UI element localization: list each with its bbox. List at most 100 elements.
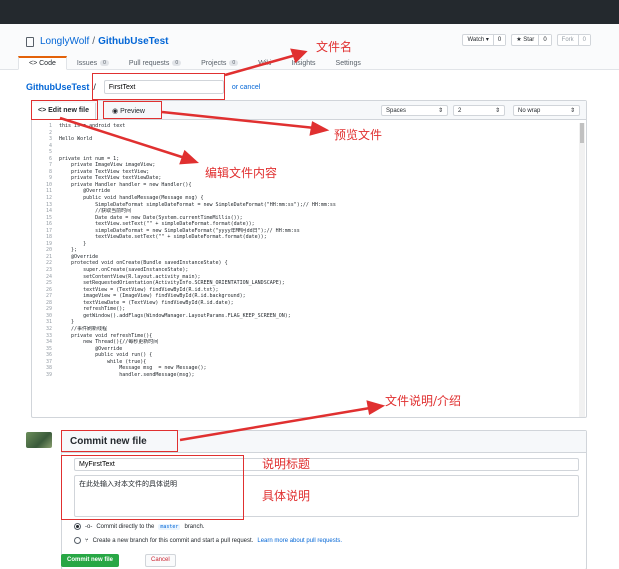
path-repo-link[interactable]: GithubUseTest (26, 82, 89, 92)
editor-scrollbar[interactable] (579, 123, 585, 417)
watch-button[interactable]: Watch ▾ 0 (462, 34, 507, 46)
tab-pull-requests[interactable]: Pull requests 0 (119, 56, 191, 70)
star-count[interactable]: 0 (538, 35, 551, 45)
code-text: //事件刷新线程 (59, 325, 108, 332)
tab-projects-label: Projects (201, 59, 227, 67)
commit-new-file-button[interactable]: Commit new file (61, 554, 120, 567)
code-text: @Override (59, 253, 99, 260)
line-number: 39 (45, 371, 52, 378)
repo-name-link[interactable]: GithubUseTest (98, 36, 168, 47)
repo-header: LonglyWolf / GithubUseTest Watch ▾ 0 ★ S… (0, 24, 619, 70)
code-text: }; (59, 247, 78, 254)
tab-wiki[interactable]: Wiki (248, 56, 281, 70)
filename-highlight-box (92, 73, 225, 100)
star-button[interactable]: ★ Star 0 (511, 34, 552, 46)
pull-request-icon: ⑂ (85, 537, 89, 544)
code-text: setRequestedOrientation(ActivityInfo.SCR… (59, 280, 285, 287)
code-text: //获取当前时间 (59, 208, 132, 215)
code-text: while (true){ (59, 358, 147, 365)
code-text: setContentView(R.layout.activity_main); (59, 273, 201, 280)
code-text: new Thread(){//每秒更新时间 (59, 339, 159, 346)
fork-button[interactable]: Fork 0 (556, 34, 591, 46)
code-text: private void refreshTime(){ (59, 332, 153, 339)
top-bar (0, 0, 619, 24)
branch-name-badge: master (158, 523, 181, 530)
tab-wiki-label: Wiki (258, 59, 272, 67)
commit-fields-highlight-box (61, 455, 244, 520)
code-text: SimpleDateFormat simpleDateFormat = new … (59, 201, 336, 208)
cancel-button[interactable]: Cancel (145, 554, 176, 567)
repo-tabs: <> Code Issues 0 Pull requests 0 Projects 0… (18, 56, 371, 70)
tab-issues[interactable]: Issues 0 (67, 56, 119, 70)
new-branch-option[interactable]: ⑂ Create a new branch for this commit an… (74, 537, 342, 544)
repo-owner-link[interactable]: LonglyWolf (40, 36, 89, 47)
annotation-edit-content: 编辑文件内容 (205, 166, 278, 180)
code-text: textView = (TextView) findViewById(R.id.… (59, 286, 219, 293)
code-line[interactable]: 39 handler.sendMessage(msg); (32, 372, 580, 379)
annotation-preview: 预览文件 (334, 128, 383, 142)
code-text: textView.setText("" + simpleDateFormat.f… (59, 221, 255, 228)
code-area[interactable]: 1 this is a android text 2 3 Hello World 4 5 6 p… (32, 123, 580, 378)
select-arrows-icon: ⇕ (494, 108, 500, 114)
code-text: imageView = (ImageView) findViewById(R.i… (59, 293, 246, 300)
code-text: super.onCreate(savedInstanceState); (59, 267, 189, 274)
select-arrows-icon: ⇕ (569, 108, 575, 114)
watch-count[interactable]: 0 (492, 35, 506, 45)
indent-mode-select[interactable]: Spaces ⇕ (381, 105, 448, 116)
tab-settings[interactable]: Settings (326, 56, 371, 70)
learn-more-link[interactable]: Learn more about pull requests. (257, 538, 342, 544)
commit-heading-highlight-box (61, 430, 178, 452)
edit-tab-highlight-box (31, 100, 98, 120)
fork-count: 0 (577, 35, 590, 45)
radio-commit-direct[interactable] (74, 523, 81, 530)
code-text: private TextView textViewDate; (59, 175, 162, 182)
code-text: private ImageView imageView; (59, 162, 156, 169)
tab-settings-label: Settings (335, 59, 361, 67)
star-label: ★ Star (516, 37, 535, 43)
repo-title: LonglyWolf / GithubUseTest (26, 36, 168, 47)
code-text: private int num = 1; (59, 155, 120, 162)
cancel-link[interactable]: or cancel (232, 84, 260, 91)
commit-direct-prefix: Commit directly to the (96, 523, 155, 530)
repo-separator: / (92, 36, 96, 47)
tab-pr-label: Pull requests (128, 59, 170, 67)
commit-direct-suffix: branch. (184, 523, 205, 530)
annotation-filename: 文件名 (316, 40, 353, 54)
preview-tab-highlight-box (103, 101, 162, 119)
code-text: refreshTime(); (59, 306, 126, 313)
tab-insights[interactable]: Insights (281, 56, 325, 70)
code-text: public void handleMessage(Message msg) { (59, 195, 204, 202)
annotation-title: 说明标题 (262, 457, 311, 471)
code-text: @Override (59, 345, 123, 352)
annotation-description: 文件说明/介绍 (385, 394, 462, 408)
code-text: } (59, 240, 87, 247)
watch-label: Watch ▾ (467, 37, 489, 43)
avatar (26, 432, 52, 448)
code-text: private Handler handler = new Handler(){ (59, 181, 192, 188)
tab-issues-label: Issues (76, 59, 98, 67)
tab-code[interactable]: <> Code (18, 56, 67, 70)
code-text: simpleDateFormat = new SimpleDateFormat(… (59, 227, 300, 234)
code-text: private TextView textView; (59, 168, 150, 175)
indent-size-value: 2 (458, 107, 462, 114)
tab-insights-label: Insights (291, 59, 316, 67)
scrollbar-thumb[interactable] (580, 123, 584, 143)
code-text: handler.sendMessage(msg); (59, 371, 195, 378)
code-text: Date date = new Date(System.currentTimeM… (59, 214, 243, 221)
repo-book-icon (26, 36, 34, 47)
tab-projects-count: 0 (229, 60, 239, 66)
tab-pr-count: 0 (172, 60, 182, 66)
code-text: } (59, 319, 75, 326)
indent-size-select[interactable]: 2 ⇕ (453, 105, 505, 116)
annotation-detail: 具体说明 (262, 489, 311, 503)
radio-new-branch[interactable] (74, 537, 81, 544)
tab-projects[interactable]: Projects 0 (191, 56, 248, 70)
wrap-mode-value: No wrap (518, 107, 541, 114)
repo-actions: Watch ▾ 0 ★ Star 0 Fork 0 (462, 34, 591, 46)
code-text: Hello World (59, 136, 93, 143)
file-editor: <> Edit new file ◉ Preview Spaces ⇕ 2 ⇕ No… (31, 100, 587, 418)
wrap-mode-select[interactable]: No wrap ⇕ (513, 105, 580, 116)
fork-label: Fork (561, 37, 574, 43)
commit-direct-option[interactable]: -o- Commit directly to the master branch… (74, 523, 204, 530)
code-text: this is a android text (59, 123, 126, 129)
